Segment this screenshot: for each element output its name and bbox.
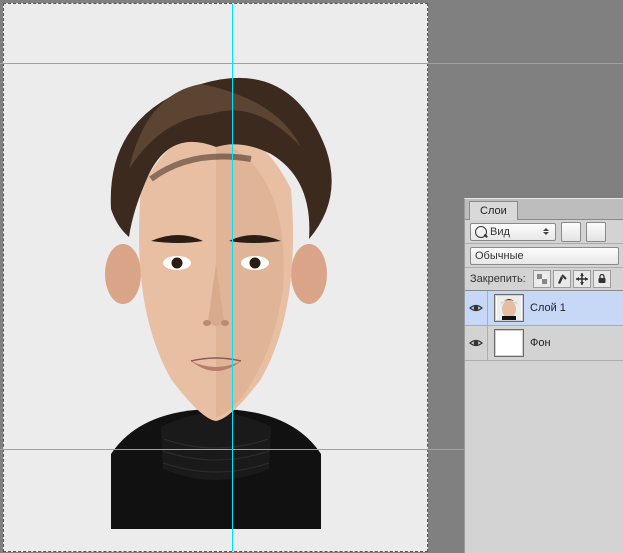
layer-thumbnail[interactable] bbox=[494, 294, 524, 322]
lock-row: Закрепить: bbox=[465, 268, 623, 290]
layer-filter-label: Вид bbox=[490, 226, 510, 238]
layer-filter-row: Вид bbox=[465, 220, 623, 244]
layer-name-label[interactable]: Слой 1 bbox=[530, 302, 566, 314]
search-icon bbox=[475, 226, 487, 238]
layer-name-label[interactable]: Фон bbox=[530, 337, 551, 349]
lock-label: Закрепить: bbox=[470, 273, 526, 285]
canvas-image-content bbox=[51, 59, 381, 529]
filter-type-button-2[interactable] bbox=[586, 222, 606, 242]
panel-tabbar: Слои bbox=[465, 199, 623, 220]
tab-layers[interactable]: Слои bbox=[469, 201, 518, 220]
layer-row[interactable]: Слой 1 bbox=[465, 291, 623, 326]
layers-panel: Слои Вид Обычные Закрепить: bbox=[464, 198, 623, 553]
document-canvas[interactable] bbox=[3, 3, 428, 552]
layer-visibility-toggle[interactable] bbox=[465, 291, 488, 325]
lock-pixels-button[interactable] bbox=[553, 270, 571, 288]
chevron-updown-icon bbox=[543, 228, 549, 235]
lock-all-button[interactable] bbox=[593, 270, 611, 288]
blend-mode-dropdown[interactable]: Обычные bbox=[470, 247, 619, 265]
lock-transparency-button[interactable] bbox=[533, 270, 551, 288]
eye-icon bbox=[469, 301, 483, 315]
layer-row[interactable]: Фон bbox=[465, 326, 623, 361]
blend-mode-label: Обычные bbox=[475, 250, 524, 262]
layer-visibility-toggle[interactable] bbox=[465, 326, 488, 360]
eye-icon bbox=[469, 336, 483, 350]
filter-type-button-1[interactable] bbox=[561, 222, 581, 242]
lock-position-button[interactable] bbox=[573, 270, 591, 288]
layer-filter-dropdown[interactable]: Вид bbox=[470, 223, 556, 241]
layer-thumbnail[interactable] bbox=[494, 329, 524, 357]
layer-list: Слой 1 Фон bbox=[465, 290, 623, 361]
blend-mode-row: Обычные bbox=[465, 244, 623, 268]
